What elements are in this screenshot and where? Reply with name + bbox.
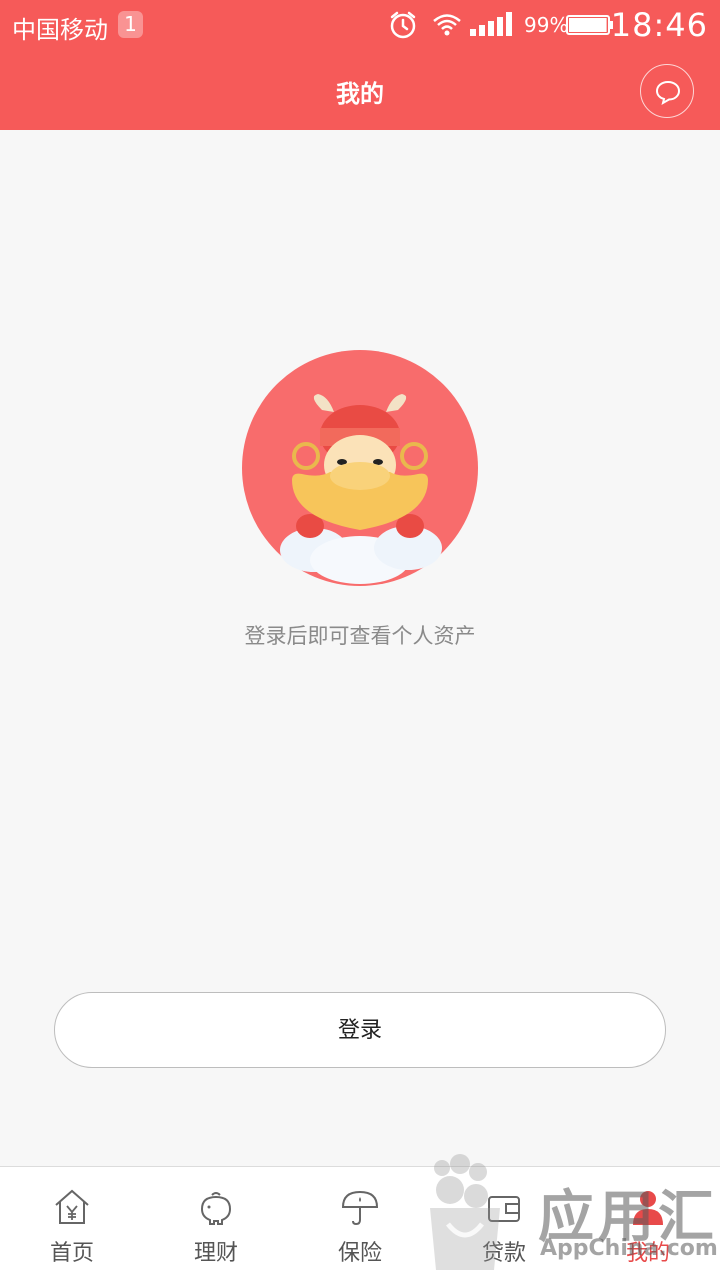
carrier-name: 中国移动 [12,16,108,44]
page-title: 我的 [336,80,384,108]
login-hint-text: 登录后即可查看个人资产 [244,624,476,648]
tab-insurance-label: 保险 [337,1241,382,1266]
tab-wealth[interactable]: 理财 [144,1167,288,1280]
piggy-bank-icon [200,1192,232,1225]
status-bar: 中国移动 1 99% 18:46 [0,0,720,52]
watermark-subtext: AppChina.com [540,1236,718,1261]
tab-wealth-label: 理财 [193,1241,238,1266]
wifi-icon [433,14,461,36]
home-yen-icon [55,1189,89,1224]
message-button[interactable] [640,64,694,118]
login-button[interactable]: 登录 [54,992,666,1068]
chat-bubble-icon [655,80,681,106]
wallet-icon [488,1196,520,1222]
app-header: 我的 [0,52,720,130]
clock: 18:46 [610,6,708,44]
battery-percent: 99% [524,13,569,37]
alarm-icon [390,11,416,39]
signal-icon [470,12,512,36]
notification-badge: 1 [118,11,143,38]
tab-insurance[interactable]: 保险 [288,1167,432,1280]
umbrella-icon [341,1190,379,1226]
tab-home[interactable]: 首页 [0,1167,144,1280]
tab-home-label: 首页 [49,1241,94,1266]
mascot-avatar-icon [242,350,478,586]
battery-icon [566,15,613,35]
